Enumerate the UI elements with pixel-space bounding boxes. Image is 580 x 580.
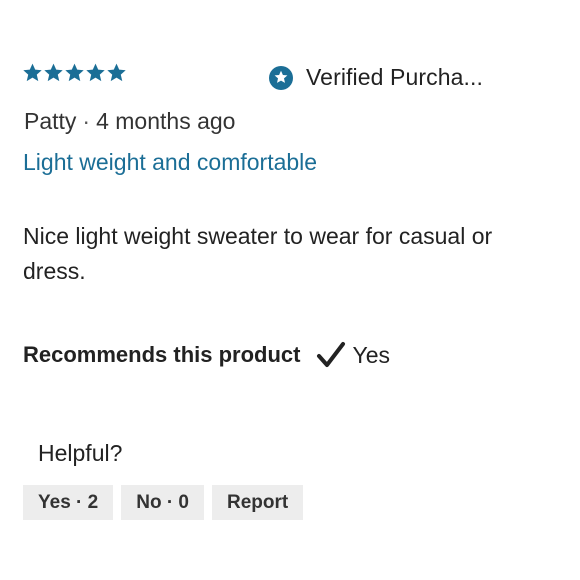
star-icon — [44, 63, 63, 82]
verified-purchase-badge: Verified Purcha... — [268, 64, 483, 91]
review-title: Light weight and comfortable — [23, 149, 318, 175]
report-button[interactable]: Report — [212, 485, 304, 520]
recommendation: Recommends this product Yes — [23, 340, 390, 370]
review-meta: Patty · 4 months ago — [24, 108, 235, 135]
helpful-label: Helpful? — [38, 440, 123, 466]
star-icon — [107, 63, 126, 82]
star-rating — [22, 62, 127, 83]
helpful-yes-button[interactable]: Yes · 2 — [23, 485, 114, 520]
star-icon — [65, 63, 84, 82]
star-icon — [86, 63, 105, 82]
review-card: Verified Purcha... Patty · 4 months ago Li… — [0, 0, 580, 580]
author-name: Patty — [24, 108, 77, 134]
recommend-label: Recommends this product — [23, 342, 301, 367]
recommend-value: Yes — [352, 341, 391, 368]
verified-badge-icon — [269, 65, 293, 90]
verified-purchase-label: Verified Purcha... — [306, 64, 483, 90]
review-date: 4 months ago — [96, 108, 236, 134]
review-body: Nice light weight sweater to wear for ca… — [23, 223, 493, 284]
meta-separator: · — [82, 108, 91, 134]
feedback-actions: Yes · 2 No · 0 Report — [23, 485, 304, 520]
helpful-no-button[interactable]: No · 0 — [121, 485, 204, 520]
checkmark-icon — [317, 342, 346, 367]
star-icon — [23, 63, 42, 82]
